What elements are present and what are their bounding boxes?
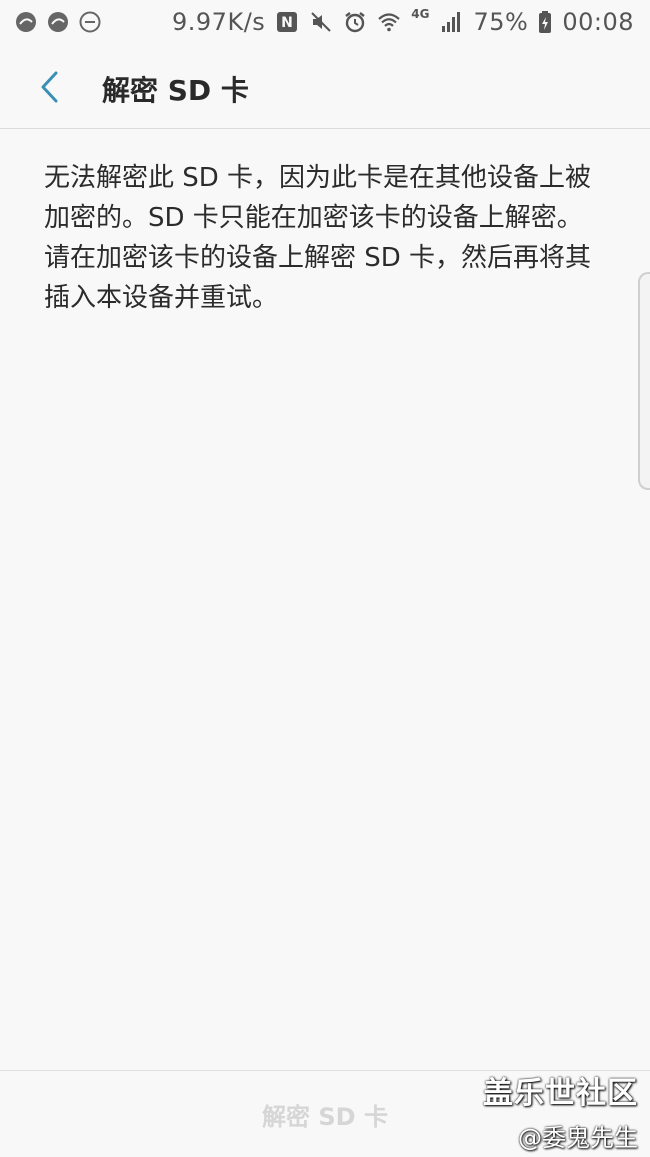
back-button[interactable] <box>26 64 72 110</box>
clock: 00:08 <box>562 8 634 36</box>
network-speed: 9.97K/s <box>172 8 266 36</box>
watermark: 盖乐世社区 @委鬼先生 <box>483 1068 638 1153</box>
network-type: 4G <box>411 7 430 21</box>
description-text: 无法解密此 SD 卡，因为此卡是在其他设备上被加密的。SD 卡只能在加密该卡的设… <box>44 163 592 313</box>
chevron-left-icon <box>41 71 58 103</box>
page-title: 解密 SD 卡 <box>102 74 249 107</box>
edge-panel-handle[interactable] <box>638 272 650 490</box>
watermark-author: @委鬼先生 <box>518 1124 638 1152</box>
app-bar: 解密 SD 卡 <box>0 44 650 129</box>
status-bar: 9.97K/s N 4G 75% 00:08 <box>0 0 650 44</box>
nfc-icon: N <box>275 10 299 34</box>
svg-text:N: N <box>281 15 293 31</box>
do-not-disturb-icon <box>78 10 102 34</box>
notification-app-icon <box>46 10 70 34</box>
mute-icon <box>309 10 333 34</box>
battery-charging-icon <box>538 10 552 34</box>
notification-app-icon <box>14 10 38 34</box>
battery-percent: 75% <box>473 8 529 36</box>
status-left <box>0 10 102 34</box>
wifi-icon <box>377 10 401 34</box>
signal-icon <box>439 10 463 34</box>
watermark-title: 盖乐世社区 <box>483 1076 638 1111</box>
alarm-icon <box>343 10 367 34</box>
status-right: 9.97K/s N 4G 75% 00:08 <box>172 0 634 44</box>
